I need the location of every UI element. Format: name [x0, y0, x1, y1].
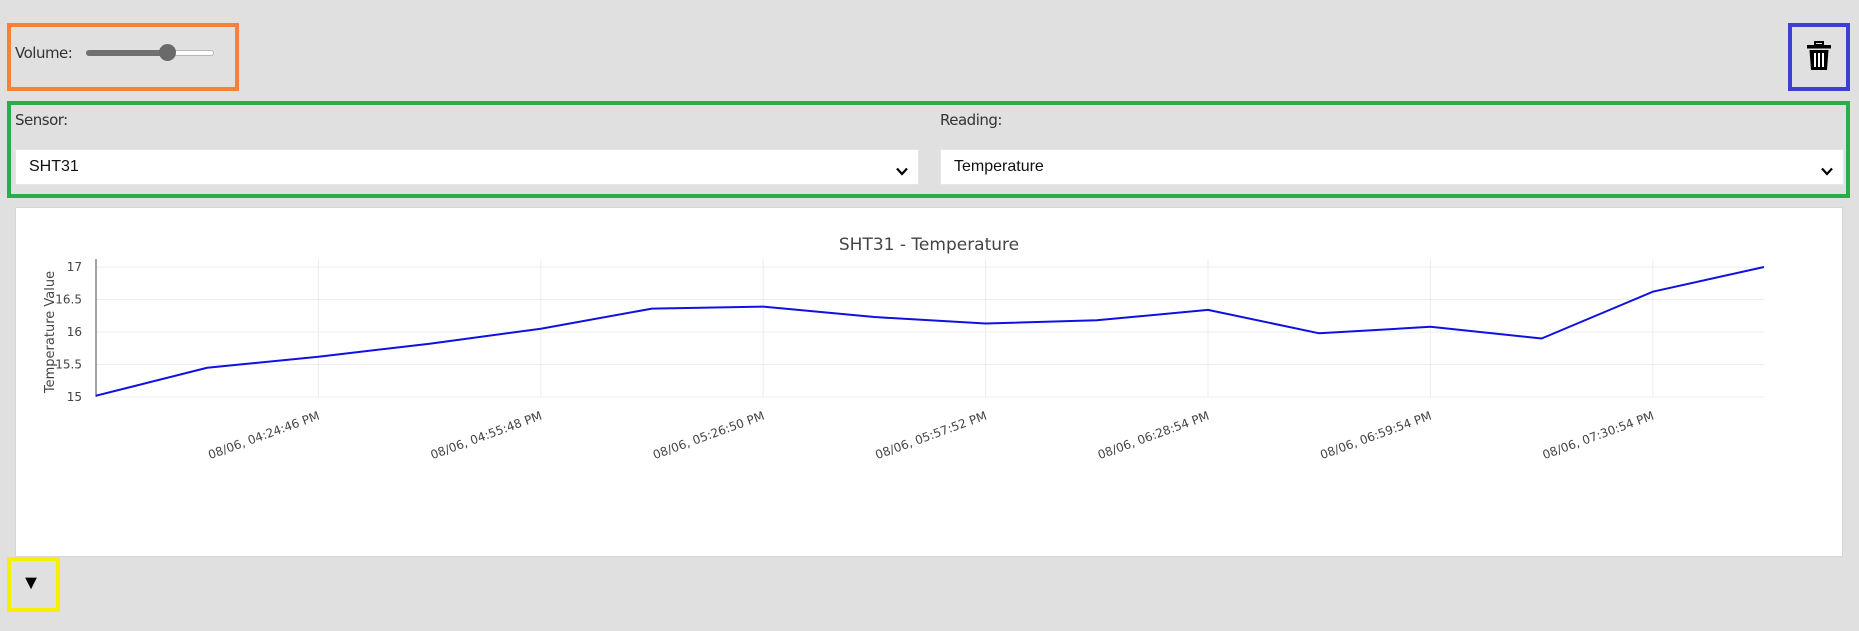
chevron-down-icon: [1821, 163, 1833, 181]
chart-title: SHT31 - Temperature: [839, 235, 1019, 255]
y-tick-label: 15: [67, 390, 82, 404]
x-tick-label: 08/06, 05:26:50 PM: [651, 409, 766, 462]
temperature-series-line: [95, 266, 1765, 397]
chevron-down-icon: [896, 163, 908, 181]
expand-toggle-button[interactable]: ▼: [20, 572, 42, 594]
reading-select-value: Temperature: [954, 158, 1044, 175]
sensor-label: Sensor:: [15, 111, 68, 129]
y-tick-label: 16: [67, 325, 82, 339]
volume-slider-fill: [86, 50, 167, 56]
x-tick-label: 08/06, 05:57:52 PM: [873, 409, 988, 462]
trash-icon: [1806, 40, 1832, 76]
sensor-select[interactable]: SHT31: [15, 149, 919, 185]
x-tick-label: 08/06, 04:24:46 PM: [206, 409, 321, 462]
volume-slider-thumb[interactable]: [158, 44, 176, 61]
x-tick-label: 08/06, 06:59:54 PM: [1318, 409, 1433, 462]
x-tick-label: 08/06, 04:55:48 PM: [429, 409, 544, 462]
y-tick-label: 15.5: [55, 358, 82, 372]
chart-panel: SHT31 - Temperature 08/06, 04:24:46 PM 08/…: [15, 207, 1843, 557]
reading-label: Reading:: [940, 111, 1002, 129]
y-axis-label: Temperature Value: [43, 271, 58, 394]
volume-label: Volume:: [15, 44, 73, 62]
y-tick-label: 16.5: [55, 293, 82, 307]
x-tick-label: 08/06, 07:30:54 PM: [1541, 409, 1656, 462]
temperature-chart: SHT31 - Temperature 08/06, 04:24:46 PM 08/…: [43, 235, 1765, 462]
volume-control: Volume:: [15, 44, 215, 62]
y-tick-label: 17: [67, 260, 82, 274]
reading-select[interactable]: Temperature: [940, 149, 1844, 185]
delete-button[interactable]: [1801, 40, 1837, 76]
volume-slider[interactable]: [86, 44, 215, 61]
x-tick-label: 08/06, 06:28:54 PM: [1096, 409, 1211, 462]
sensor-select-value: SHT31: [29, 158, 79, 175]
